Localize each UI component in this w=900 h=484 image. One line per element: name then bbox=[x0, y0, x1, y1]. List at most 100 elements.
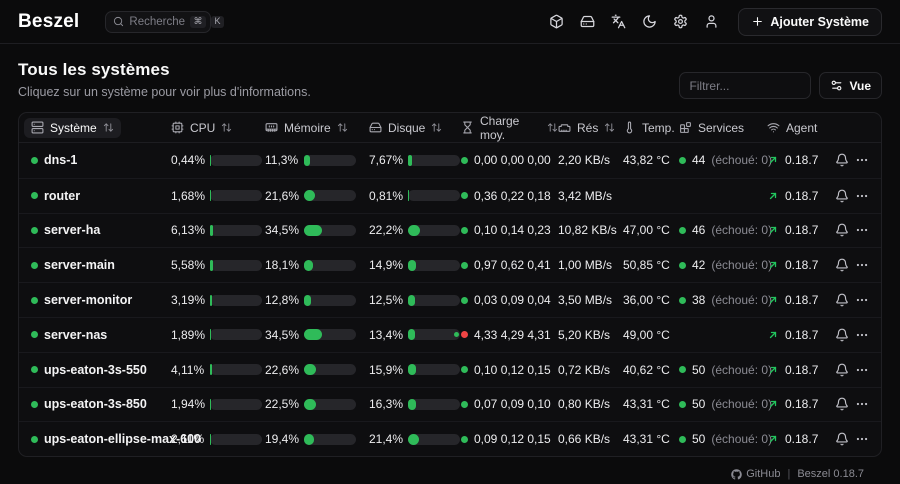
cell-temperature: 36,00 °C bbox=[623, 293, 679, 307]
column-label: Temp. bbox=[642, 121, 675, 135]
meter-fill bbox=[210, 399, 211, 410]
column-header-charge-moy[interactable]: Charge moy. bbox=[461, 113, 558, 142]
search-input[interactable]: Recherche ⌘ K bbox=[105, 11, 211, 33]
table-row-ups-eaton-3s-550[interactable]: ups-eaton-3s-5504,11%22,6%15,9%0,10 0,12… bbox=[19, 352, 881, 387]
ellipsis-icon bbox=[855, 258, 869, 272]
services-failed: (échoué: 0) bbox=[711, 293, 772, 307]
sort-arrows-icon bbox=[103, 122, 114, 133]
cell-disk: 7,67% bbox=[369, 153, 461, 167]
cell-disk: 16,3% bbox=[369, 397, 461, 411]
cell-memory: 34,5% bbox=[265, 328, 369, 342]
cell-system: server-ha bbox=[31, 223, 171, 237]
memory-value: 11,3% bbox=[265, 153, 298, 167]
alerts-button[interactable] bbox=[835, 149, 849, 171]
add-system-button[interactable]: Ajouter Système bbox=[738, 8, 882, 36]
memory-value: 19,4% bbox=[265, 432, 298, 446]
cell-agent: 0.18.7 bbox=[767, 328, 833, 342]
table-row-server-monitor[interactable]: server-monitor3,19%12,8%12,5%0,03 0,09 0… bbox=[19, 282, 881, 317]
filter-input[interactable] bbox=[679, 72, 811, 99]
footer: GitHub | Beszel 0.18.7 bbox=[18, 457, 882, 480]
cpu-value: 1,68% bbox=[171, 189, 204, 203]
meter-extra-dot bbox=[454, 332, 459, 337]
row-menu-button[interactable] bbox=[855, 219, 869, 241]
cell-memory: 18,1% bbox=[265, 258, 369, 272]
topbar-button-hard-drive[interactable] bbox=[574, 9, 600, 35]
row-menu-button[interactable] bbox=[855, 149, 869, 171]
meter-fill bbox=[408, 225, 420, 236]
table-row-ups-eaton-3s-850[interactable]: ups-eaton-3s-8501,94%22,5%16,3%0,07 0,09… bbox=[19, 387, 881, 422]
memory-value: 22,6% bbox=[265, 363, 298, 377]
memory-value: 22,5% bbox=[265, 397, 298, 411]
table-header: SystèmeCPUMémoireDisqueCharge moy.RésTem… bbox=[19, 113, 881, 143]
cell-cpu: 6,13% bbox=[171, 223, 265, 237]
bell-icon bbox=[835, 153, 849, 167]
alerts-button[interactable] bbox=[835, 254, 849, 276]
ellipsis-icon bbox=[855, 432, 869, 446]
topbar-button-moon[interactable] bbox=[636, 9, 662, 35]
system-name: server-ha bbox=[44, 223, 100, 237]
table-row-dns-1[interactable]: dns-10,44%11,3%7,67%0,00 0,00 0,002,20 K… bbox=[19, 143, 881, 178]
cell-network: 0,72 KB/s bbox=[558, 363, 623, 377]
user-icon bbox=[704, 14, 719, 29]
cell-system: server-main bbox=[31, 258, 171, 272]
status-dot bbox=[461, 262, 468, 269]
alerts-button[interactable] bbox=[835, 324, 849, 346]
network-value: 2,20 KB/s bbox=[558, 153, 610, 167]
topbar-button-package[interactable] bbox=[543, 9, 569, 35]
column-header-m-moire[interactable]: Mémoire bbox=[265, 113, 369, 142]
memory-value: 34,5% bbox=[265, 328, 298, 342]
bell-icon bbox=[835, 328, 849, 342]
topbar-button-user[interactable] bbox=[698, 9, 724, 35]
topbar: Beszel Recherche ⌘ K Ajouter Système bbox=[0, 0, 900, 44]
sort-arrows-icon bbox=[547, 122, 558, 133]
disk-meter bbox=[408, 225, 460, 236]
alerts-button[interactable] bbox=[835, 428, 849, 450]
hard-drive-icon bbox=[580, 14, 595, 29]
row-menu-button[interactable] bbox=[855, 254, 869, 276]
cell-network: 1,00 MB/s bbox=[558, 258, 623, 272]
cell-agent: 0.18.7 bbox=[767, 363, 833, 377]
row-menu-button[interactable] bbox=[855, 393, 869, 415]
cell-load: 4,33 4,29 4,31 bbox=[461, 328, 558, 342]
column-header-cpu[interactable]: CPU bbox=[171, 113, 265, 142]
ellipsis-icon bbox=[855, 223, 869, 237]
row-menu-button[interactable] bbox=[855, 359, 869, 381]
status-dot bbox=[461, 401, 468, 408]
row-menu-button[interactable] bbox=[855, 428, 869, 450]
table-row-router[interactable]: router1,68%21,6%0,81%0,36 0,22 0,183,42 … bbox=[19, 178, 881, 213]
cell-cpu: 0,44% bbox=[171, 153, 265, 167]
cell-network: 0,66 KB/s bbox=[558, 432, 623, 446]
topbar-button-languages[interactable] bbox=[605, 9, 631, 35]
meter-fill bbox=[304, 225, 322, 236]
column-header-actions bbox=[833, 113, 869, 142]
sort-arrows-icon bbox=[221, 122, 232, 133]
cell-actions bbox=[833, 149, 869, 171]
disk-meter bbox=[408, 295, 460, 306]
status-dot bbox=[679, 401, 686, 408]
settings-icon bbox=[673, 14, 688, 29]
alerts-button[interactable] bbox=[835, 289, 849, 311]
alerts-button[interactable] bbox=[835, 219, 849, 241]
row-menu-button[interactable] bbox=[855, 289, 869, 311]
column-header-disque[interactable]: Disque bbox=[369, 113, 461, 142]
view-button[interactable]: Vue bbox=[819, 72, 882, 99]
row-menu-button[interactable] bbox=[855, 185, 869, 207]
column-header-syst-me[interactable]: Système bbox=[31, 113, 171, 142]
temperature-value: 40,62 °C bbox=[623, 363, 670, 377]
alerts-button[interactable] bbox=[835, 185, 849, 207]
table-row-server-ha[interactable]: server-ha6,13%34,5%22,2%0,10 0,14 0,2310… bbox=[19, 213, 881, 248]
alerts-button[interactable] bbox=[835, 359, 849, 381]
table-row-server-main[interactable]: server-main5,58%18,1%14,9%0,97 0,62 0,41… bbox=[19, 247, 881, 282]
alerts-button[interactable] bbox=[835, 393, 849, 415]
column-header-r-s[interactable]: Rés bbox=[558, 113, 623, 142]
topbar-button-settings[interactable] bbox=[667, 9, 693, 35]
active-sort-pill: Système bbox=[24, 118, 121, 138]
column-label: Charge moy. bbox=[480, 114, 541, 142]
table-row-server-nas[interactable]: server-nas1,89%34,5%13,4%4,33 4,29 4,315… bbox=[19, 317, 881, 352]
services-count: 50 bbox=[692, 432, 705, 446]
github-link[interactable]: GitHub bbox=[731, 468, 780, 480]
table-row-ups-eaton-ellipse-max-600[interactable]: ups-eaton-ellipse-max-6002,11%19,4%21,4%… bbox=[19, 421, 881, 456]
row-menu-button[interactable] bbox=[855, 324, 869, 346]
cell-network: 10,82 KB/s bbox=[558, 223, 623, 237]
memory-meter bbox=[304, 399, 356, 410]
